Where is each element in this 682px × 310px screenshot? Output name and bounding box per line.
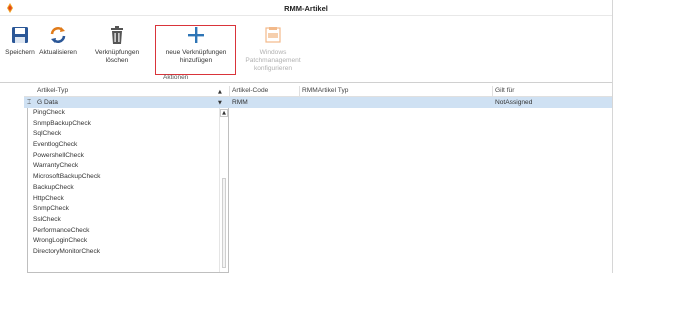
column-header-artikel-code[interactable]: Artikel-Code [232, 87, 268, 97]
rmm-artikel-window: RMM-Artikel Speichern Aktualisieren Verk… [0, 0, 613, 273]
list-item[interactable]: HttpCheck [28, 194, 228, 205]
list-item[interactable]: PowershellCheck [28, 151, 228, 162]
list-item[interactable]: SnmpCheck [28, 204, 228, 215]
list-item[interactable]: SslCheck [28, 215, 228, 226]
dropdown-arrow-icon[interactable]: ▼ [218, 100, 222, 106]
title-bar: RMM-Artikel [0, 0, 612, 16]
ribbon-group-label: Aktionen [163, 74, 189, 81]
data-grid: Artikel-Typ ▲ Artikel-Code RMMArtikel Ty… [0, 84, 612, 273]
delete-links-button-label: Verknüpfungen löschen [94, 49, 140, 64]
list-item[interactable]: WrongLoginCheck [28, 236, 228, 247]
configure-patch-management-label: Windows Patchmanagement konfigurieren [245, 49, 301, 72]
filter-icon: ⌶ [27, 98, 32, 106]
scroll-up-arrow-icon[interactable]: ▲ [220, 109, 228, 117]
list-item[interactable]: SqlCheck [28, 129, 228, 140]
highlight-box [155, 25, 236, 75]
column-header-gilt-fuer[interactable]: Gilt für [495, 87, 514, 97]
filter-artikel-typ-value[interactable]: G Data [37, 99, 58, 106]
save-button-label: Speichern [5, 49, 35, 56]
save-icon [10, 25, 30, 45]
column-header-artikel-typ[interactable]: Artikel-Typ [37, 87, 68, 97]
list-item[interactable]: EventlogCheck [28, 140, 228, 151]
list-item[interactable]: SnmpBackupCheck [28, 119, 228, 130]
list-item[interactable]: MicrosoftBackupCheck [28, 172, 228, 183]
delete-links-button[interactable]: Verknüpfungen löschen [80, 25, 154, 69]
list-item[interactable]: BackupCheck [28, 183, 228, 194]
dropdown-scrollbar[interactable]: ▲ [219, 108, 228, 272]
sort-ascending-icon[interactable]: ▲ [218, 89, 222, 95]
trash-icon [107, 25, 127, 45]
ribbon-toolbar: Speichern Aktualisieren Verknüpfungen lö… [0, 17, 612, 83]
refresh-button[interactable]: Aktualisieren [37, 25, 79, 69]
artikel-typ-dropdown-list[interactable]: PingCheck SnmpBackupCheck SqlCheck Event… [27, 108, 229, 273]
refresh-icon [48, 25, 68, 45]
filter-artikel-code-value[interactable]: RMM [232, 99, 248, 106]
patch-icon [263, 25, 283, 45]
list-item[interactable]: DirectoryMonitorCheck [28, 247, 228, 258]
save-button[interactable]: Speichern [3, 25, 37, 69]
configure-patch-management-button[interactable]: Windows Patchmanagement konfigurieren [234, 25, 312, 72]
list-item[interactable]: WarrantyCheck [28, 161, 228, 172]
filter-gilt-fuer-value[interactable]: NotAssigned [495, 99, 532, 106]
scrollbar-thumb[interactable] [222, 178, 226, 268]
column-header-rmmartikel-typ[interactable]: RMMArtikel Typ [302, 87, 348, 97]
window-title: RMM-Artikel [284, 4, 328, 13]
list-item[interactable]: PerformanceCheck [28, 226, 228, 237]
list-item[interactable]: PingCheck [28, 108, 228, 119]
refresh-button-label: Aktualisieren [39, 49, 77, 56]
